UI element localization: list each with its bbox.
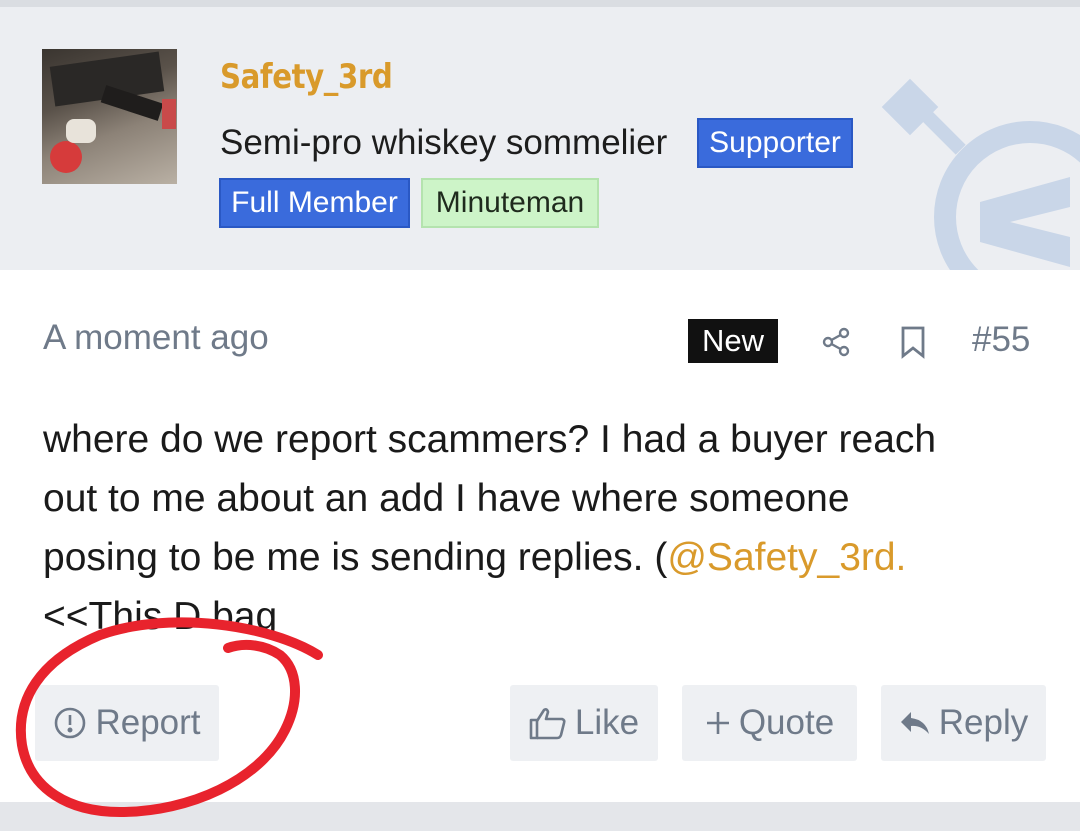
like-button[interactable]: Like: [510, 685, 658, 761]
avatar[interactable]: [42, 49, 177, 184]
reply-button[interactable]: Reply: [881, 685, 1046, 761]
share-icon[interactable]: [816, 322, 856, 362]
new-badge: New: [688, 319, 778, 363]
report-button[interactable]: Report: [35, 685, 219, 761]
supporter-badge: Supporter: [697, 118, 853, 168]
minuteman-badge: Minuteman: [421, 178, 599, 228]
top-divider: [0, 0, 1080, 7]
message-line: posing to be me is sending replies. (@Sa…: [43, 528, 1043, 587]
thumbs-up-icon: [529, 706, 567, 740]
message-line: where do we report scammers? I had a buy…: [43, 418, 937, 461]
post-number-link[interactable]: #55: [972, 320, 1030, 360]
post-author-header: Safety_3rd Semi-pro whiskey sommelier Su…: [0, 7, 1080, 270]
username-link[interactable]: Safety_3rd: [220, 57, 393, 97]
reply-label: Reply: [938, 703, 1029, 742]
post-body: A moment ago New #55 where do we report …: [0, 270, 1080, 802]
bookmark-icon[interactable]: [893, 322, 933, 362]
alert-circle-icon: [53, 706, 87, 740]
full-member-badge: Full Member: [219, 178, 410, 228]
bottom-divider: [0, 802, 1080, 831]
user-title: Semi-pro whiskey sommelier: [220, 123, 668, 162]
report-label: Report: [95, 703, 201, 742]
post-timestamp[interactable]: A moment ago: [43, 318, 269, 358]
message-line: out to me about an add I have where some…: [43, 477, 850, 520]
post-message: where do we report scammers? I had a buy…: [43, 410, 1043, 646]
message-line: <<This D bag: [43, 595, 278, 638]
user-mention-link[interactable]: @Safety_3rd.: [667, 536, 906, 579]
quote-label: Quote: [738, 703, 835, 742]
quote-button[interactable]: Quote: [682, 685, 857, 761]
site-logo-watermark-icon: [881, 78, 1080, 270]
reply-arrow-icon: [899, 709, 931, 737]
message-text: posing to be me is sending replies. (: [43, 536, 668, 579]
like-label: Like: [574, 703, 640, 742]
plus-icon: [705, 710, 731, 736]
